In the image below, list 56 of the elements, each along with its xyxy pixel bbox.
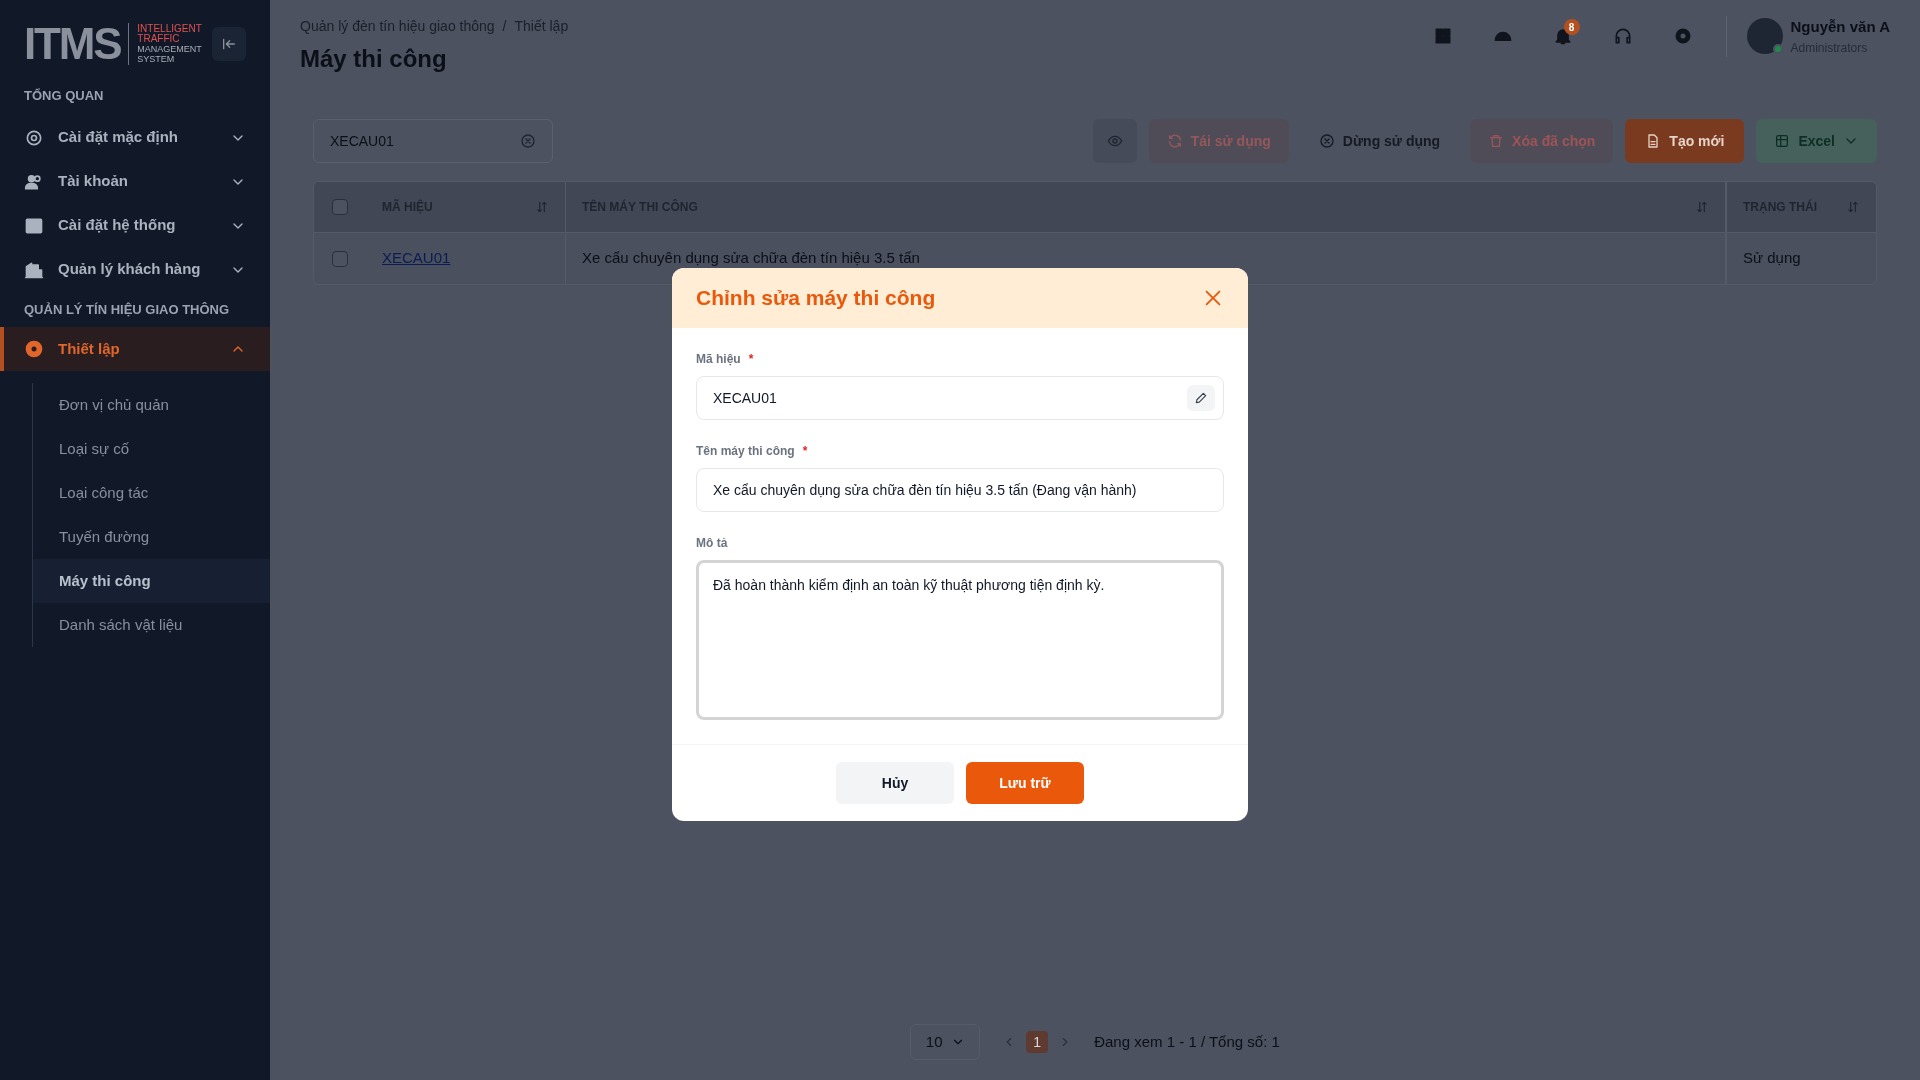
pencil-icon xyxy=(1194,391,1208,405)
page-button[interactable]: 1 xyxy=(1026,1031,1049,1053)
nav-item[interactable]: Cài đặt mặc định xyxy=(0,115,270,160)
building-icon xyxy=(24,259,44,280)
clear-icon xyxy=(520,133,536,149)
stop-icon xyxy=(1318,133,1335,149)
table-cell-text: Sử dụng xyxy=(1743,248,1801,269)
field-label: Tên máy thi công xyxy=(696,443,795,460)
refresh-icon xyxy=(1166,133,1183,149)
nav-item[interactable]: Quản lý khách hàng xyxy=(0,247,270,292)
create-button[interactable]: Tạo mới xyxy=(1625,119,1745,163)
logo-tagline: SYSTEM xyxy=(137,54,176,64)
logo-mark: ITMS xyxy=(24,22,121,66)
nav-subitem[interactable]: Loại sự cố xyxy=(33,427,270,471)
table-cell-text: Xe cẩu chuyên dụng sửa chữa đèn tín hiệu 3.5 tấn xyxy=(582,248,920,269)
pagination-summary: Đang xem 1 - 1 / Tổng số: 1 xyxy=(1094,1031,1280,1052)
page-title: Máy thi công xyxy=(300,44,448,74)
description-field[interactable]: Đã hoàn thành kiểm định an toàn kỹ thuật phương tiện định kỳ. xyxy=(696,560,1224,720)
nav-item[interactable]: Cài đặt hệ thống xyxy=(0,203,270,248)
section-title: TỔNG QUAN xyxy=(23,87,105,105)
nav-subitem[interactable]: Đơn vị chủ quản xyxy=(33,383,270,427)
select-all-checkbox[interactable] xyxy=(332,199,348,215)
required-mark: * xyxy=(748,351,754,368)
sort-icon xyxy=(535,200,549,214)
eye-icon xyxy=(1106,133,1123,149)
edit-button[interactable] xyxy=(1187,385,1215,411)
view-button[interactable] xyxy=(1092,119,1137,163)
trash-icon xyxy=(1488,133,1505,149)
required-mark: * xyxy=(802,443,808,460)
collapse-button[interactable] xyxy=(212,27,246,61)
sort-icon xyxy=(1846,200,1860,214)
section-title: QUẢN LÝ TÍN HIỆU GIAO THÔNG xyxy=(23,300,231,319)
dialog-title: Chỉnh sửa máy thi công xyxy=(696,285,936,312)
logo-tagline: MANAGEMENT xyxy=(137,44,202,54)
collapse-icon xyxy=(221,36,237,52)
spreadsheet-icon xyxy=(1774,133,1791,149)
nav-item[interactable]: Tài khoản xyxy=(0,159,270,204)
cancel-button[interactable]: Hủy xyxy=(836,762,954,804)
notification-badge: 8 xyxy=(1563,19,1580,36)
field-label: Mô tả xyxy=(696,535,728,552)
bell-button[interactable]: 8 xyxy=(1545,19,1580,54)
input-field[interactable]: Xe cẩu chuyên dụng sửa chữa đèn tín hiệu 3.5 tấn (Đang vận hành) xyxy=(696,468,1224,512)
logo-tagline: INTELLIGENT xyxy=(137,24,202,34)
input-field[interactable]: XECAU01 xyxy=(696,376,1224,420)
field-label: Mã hiệu xyxy=(696,351,741,368)
row-checkbox[interactable] xyxy=(332,250,348,267)
sort-icon xyxy=(1695,200,1709,214)
nav-subitem[interactable]: Máy thi công xyxy=(33,559,270,603)
nav-subitem[interactable]: Danh sách vật liệu xyxy=(33,603,270,647)
user-name: Nguyễn văn A xyxy=(1790,17,1890,37)
save-button[interactable]: Lưu trữ xyxy=(966,762,1084,804)
nav-subitem[interactable]: Loại công tác xyxy=(33,471,270,515)
logo-tagline: TRAFFIC xyxy=(137,34,181,44)
nav-subitem[interactable]: Tuyến đường xyxy=(33,515,270,559)
nav-item[interactable]: Thiết lập xyxy=(0,327,270,371)
breadcrumb-separator: / xyxy=(502,17,507,36)
